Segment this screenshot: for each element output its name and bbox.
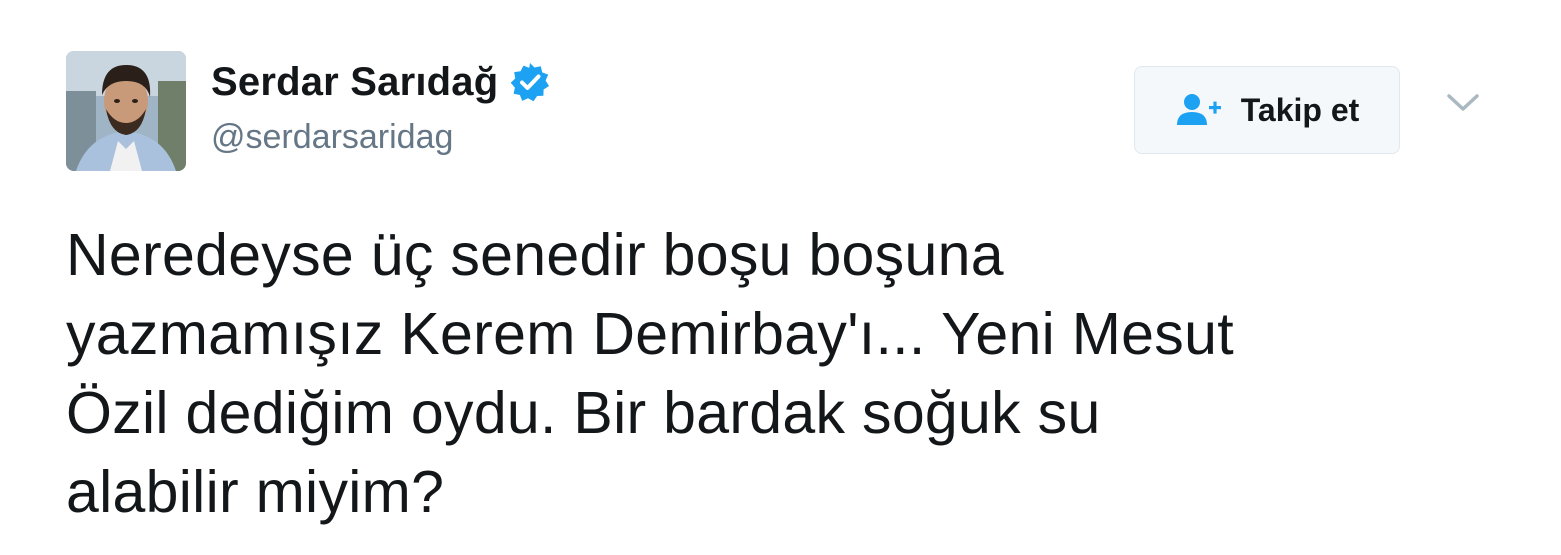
add-user-icon <box>1176 94 1221 125</box>
tweet-text: Neredeyse üç senedir boşu boşuna yazmamı… <box>66 216 1486 532</box>
avatar-photo <box>66 51 186 171</box>
tweet-card: Serdar Sarıdağ @serdarsaridag Takip et N… <box>0 0 1561 555</box>
user-full-name[interactable]: Serdar Sarıdağ <box>211 60 498 105</box>
verified-badge-icon <box>510 62 550 102</box>
tweet-text-line: yazmamışız Kerem Demirbay'ı... Yeni Mesu… <box>66 301 1234 367</box>
tweet-text-line: alabilir miyim? <box>66 459 445 525</box>
user-info: Serdar Sarıdağ @serdarsaridag <box>211 58 550 157</box>
user-handle[interactable]: @serdarsaridag <box>211 118 550 157</box>
follow-button[interactable]: Takip et <box>1134 66 1400 154</box>
fullname-row: Serdar Sarıdağ <box>211 58 550 106</box>
chevron-down-icon[interactable] <box>1446 92 1480 114</box>
tweet-text-line: Neredeyse üç senedir boşu boşuna <box>66 222 1004 288</box>
avatar[interactable] <box>66 51 186 171</box>
follow-button-label: Takip et <box>1240 91 1360 128</box>
tweet-text-line: Özil dediğim oydu. Bir bardak soğuk su <box>66 380 1101 446</box>
